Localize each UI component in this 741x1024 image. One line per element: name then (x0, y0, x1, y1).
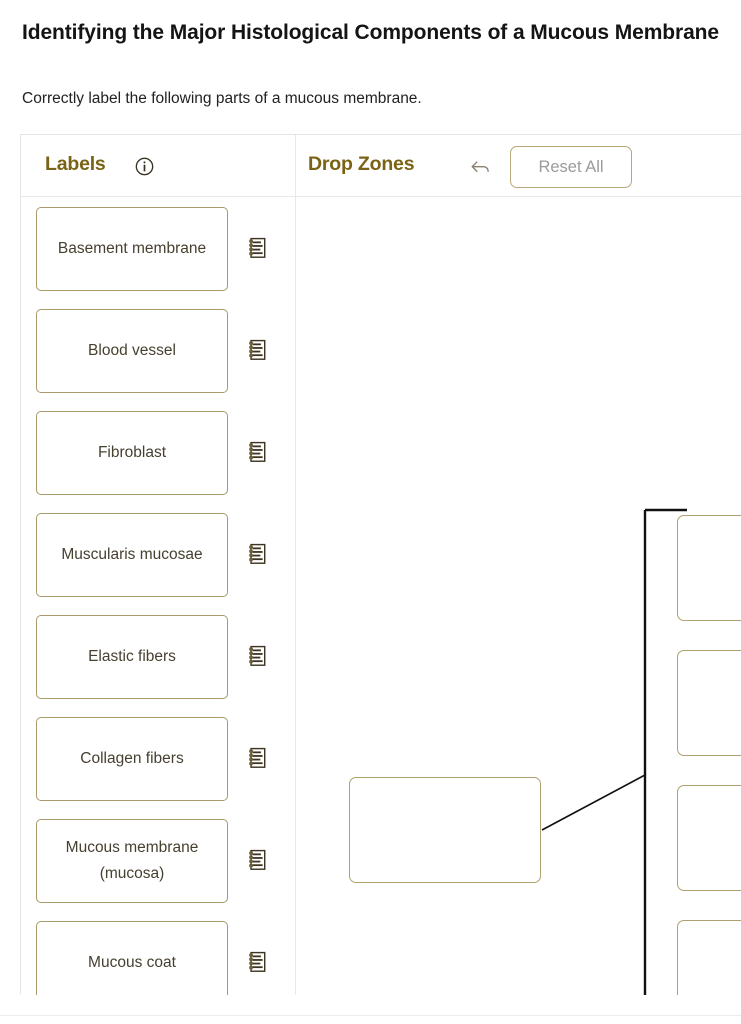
dropzones-column-heading: Drop Zones (308, 153, 415, 175)
list-item[interactable]: Mucous coat (21, 911, 295, 995)
list-item[interactable]: Mucous membrane (mucosa) (21, 809, 295, 911)
notepad-icon[interactable] (248, 645, 267, 667)
labels-list: Basement membrane Blood vessel Fibroblas… (21, 197, 295, 995)
bottom-divider (0, 1015, 741, 1016)
notepad-icon[interactable] (248, 849, 267, 871)
dropzone-1[interactable] (677, 515, 741, 621)
dropzone-diagram (296, 197, 741, 995)
instruction-text: Correctly label the following parts of a… (22, 90, 422, 107)
label-card[interactable]: Muscularis mucosae (36, 513, 228, 597)
label-card[interactable]: Elastic fibers (36, 615, 228, 699)
label-card[interactable]: Blood vessel (36, 309, 228, 393)
label-card[interactable]: Fibroblast (36, 411, 228, 495)
dropzone-group-summary[interactable] (349, 777, 541, 883)
label-card[interactable]: Basement membrane (36, 207, 228, 291)
label-card[interactable]: Mucous membrane (mucosa) (36, 819, 228, 903)
dropzone-2[interactable] (677, 650, 741, 756)
reset-all-button[interactable]: Reset All (510, 146, 632, 188)
page-title: Identifying the Major Histological Compo… (22, 21, 719, 44)
dropzone-4[interactable] (677, 920, 741, 995)
notepad-icon[interactable] (248, 747, 267, 769)
list-item[interactable]: Muscularis mucosae (21, 503, 295, 605)
list-item[interactable]: Blood vessel (21, 299, 295, 401)
info-circle-icon[interactable] (135, 157, 154, 176)
label-card[interactable]: Mucous coat (36, 921, 228, 995)
label-card[interactable]: Collagen fibers (36, 717, 228, 801)
panel-header: Labels Drop Zones Reset All (21, 135, 741, 197)
notepad-icon[interactable] (248, 951, 267, 973)
notepad-icon[interactable] (248, 237, 267, 259)
list-item[interactable]: Basement membrane (21, 197, 295, 299)
list-item[interactable]: Elastic fibers (21, 605, 295, 707)
labeling-exercise-panel: Labels Drop Zones Reset All Basement mem… (20, 134, 741, 995)
list-item[interactable]: Fibroblast (21, 401, 295, 503)
notepad-icon[interactable] (248, 543, 267, 565)
list-item[interactable]: Collagen fibers (21, 707, 295, 809)
undo-arrow-icon[interactable] (469, 158, 491, 176)
notepad-icon[interactable] (248, 441, 267, 463)
labels-column-heading: Labels (45, 153, 106, 175)
dropzone-3[interactable] (677, 785, 741, 891)
notepad-icon[interactable] (248, 339, 267, 361)
